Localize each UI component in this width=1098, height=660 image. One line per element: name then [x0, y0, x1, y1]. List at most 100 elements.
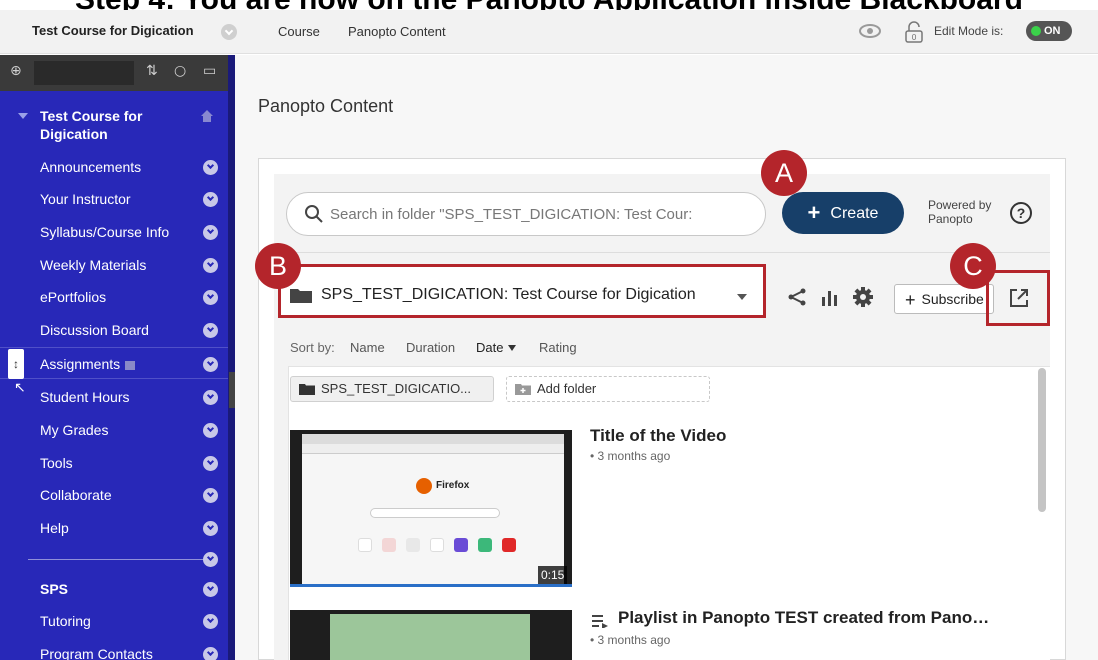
course-title[interactable]: Test Course for Digication	[32, 23, 194, 38]
sidebar-item-label: Help	[40, 520, 69, 536]
collapse-triangle-icon[interactable]	[18, 113, 28, 119]
sidebar-item-label: My Grades	[40, 422, 109, 438]
sidebar-item-help[interactable]: Help	[0, 512, 228, 544]
chevron-down-icon[interactable]	[203, 647, 218, 660]
sidebar-item-assignments[interactable]: Assignments	[0, 347, 228, 379]
chevron-down-icon[interactable]	[203, 192, 218, 207]
edit-mode-toggle[interactable]: ON	[1026, 21, 1072, 41]
screenshot-root: Step 4: You are now on the Panopto Appli…	[0, 0, 1098, 660]
assignments-label-text: Assignments	[40, 356, 121, 372]
divider	[274, 252, 1050, 253]
chevron-down-icon[interactable]	[203, 258, 218, 273]
breadcrumb-panopto: Panopto Content	[348, 24, 446, 39]
video-title[interactable]: Title of the Video	[590, 426, 726, 446]
subscribe-button[interactable]: + Subscribe	[894, 284, 994, 314]
chevron-down-icon[interactable]	[203, 225, 218, 240]
tile-icon	[478, 538, 492, 552]
powered-by-label: Powered by Panopto	[928, 198, 992, 226]
course-menu-header[interactable]: Test Course for Digication	[0, 91, 228, 153]
sidebar-item-syllabus[interactable]: Syllabus/Course Info	[0, 216, 228, 248]
add-menu-item-icon[interactable]: ⊕	[10, 63, 22, 79]
unlock-icon[interactable]: 0	[904, 21, 924, 43]
youtube-tile-icon	[502, 538, 516, 552]
chevron-down-icon[interactable]	[203, 521, 218, 536]
chevron-down-icon[interactable]	[203, 290, 218, 305]
sidebar-item-label: ePortfolios	[40, 289, 107, 305]
chevron-down-icon[interactable]	[203, 160, 218, 175]
chevron-down-icon[interactable]	[203, 488, 218, 503]
tile-icon	[454, 538, 468, 552]
tile-icon	[382, 538, 396, 552]
svg-text:0: 0	[911, 33, 916, 42]
open-in-new-window-icon[interactable]	[1008, 287, 1030, 309]
sidebar-item-label: Program Contacts	[40, 646, 153, 660]
top-bar: Test Course for Digication Course Panopt…	[0, 10, 1098, 54]
chevron-down-icon[interactable]	[203, 582, 218, 597]
chevron-down-icon[interactable]	[203, 423, 218, 438]
reorder-icon[interactable]: ⇅	[146, 63, 158, 79]
drag-handle-icon[interactable]: ↕	[8, 349, 24, 379]
playlist-title[interactable]: Playlist in Panopto TEST created from Pa…	[618, 608, 989, 628]
add-folder-button[interactable]: Add folder	[506, 376, 710, 402]
chevron-down-icon[interactable]	[203, 357, 218, 372]
search-input[interactable]	[330, 204, 730, 224]
thumbnail-browser-screen: Firefox	[302, 434, 564, 584]
sidebar-item-program-contacts[interactable]: Program Contacts	[0, 638, 228, 660]
edit-mode-label: Edit Mode is:	[934, 24, 1004, 38]
sidebar-item-tools[interactable]: Tools	[0, 447, 228, 479]
sort-rating[interactable]: Rating	[539, 340, 577, 355]
thumbnail-urlbar	[302, 444, 564, 454]
sidebar-item-label: Assignments	[40, 356, 136, 372]
create-button[interactable]: + Create	[782, 192, 904, 234]
sidebar-item-label: Student Hours	[40, 389, 130, 405]
amazon-tile-icon	[358, 538, 372, 552]
gear-icon[interactable]	[852, 286, 874, 308]
sort-duration[interactable]: Duration	[406, 340, 455, 355]
subfolder-chip[interactable]: SPS_TEST_DIGICATIO...	[290, 376, 494, 402]
chevron-down-icon[interactable]	[221, 24, 237, 40]
folder-view-icon[interactable]: ▭	[203, 63, 216, 79]
add-folder-icon	[515, 384, 531, 395]
annotation-marker-b: B	[255, 243, 301, 289]
sidebar-item-label: Tools	[40, 455, 73, 471]
home-icon[interactable]	[200, 109, 214, 123]
share-icon[interactable]	[787, 287, 807, 307]
sidebar-item-your-instructor[interactable]: Your Instructor	[0, 183, 228, 215]
plus-icon: +	[807, 200, 821, 225]
sort-date[interactable]: Date	[476, 340, 517, 355]
chevron-down-icon[interactable]	[203, 614, 218, 629]
sidebar-item-discussion-board[interactable]: Discussion Board	[0, 314, 228, 346]
sort-name[interactable]: Name	[350, 340, 385, 355]
video-thumbnail[interactable]: Firefox	[290, 430, 572, 586]
caret-down-icon	[737, 294, 747, 300]
chevron-down-icon[interactable]	[203, 390, 218, 405]
playlist-date: • 3 months ago	[590, 633, 671, 647]
chevron-down-icon[interactable]	[203, 323, 218, 338]
stats-icon[interactable]	[820, 288, 840, 306]
sidebar-item-my-grades[interactable]: My Grades	[0, 414, 228, 446]
sidebar-item-label: Syllabus/Course Info	[40, 224, 170, 240]
sidebar-item-sps[interactable]: SPS	[0, 573, 228, 605]
thumbnail-spreadsheet	[330, 614, 530, 660]
course-menu-title: Test Course for Digication	[40, 108, 143, 142]
help-icon[interactable]: ?	[1010, 202, 1032, 224]
breadcrumb-course[interactable]: Course	[278, 24, 320, 39]
sidebar-item-weekly-materials[interactable]: Weekly Materials	[0, 249, 228, 281]
refresh-icon[interactable]: ○	[174, 63, 186, 79]
playlist-thumbnail[interactable]	[290, 610, 572, 660]
sidebar-item-announcements[interactable]: Announcements	[0, 151, 228, 183]
sidebar-item-tutoring[interactable]: Tutoring	[0, 605, 228, 637]
sidebar-item-student-hours[interactable]: Student Hours	[0, 381, 228, 413]
thumbnail-tabbar	[302, 434, 564, 444]
menu-divider	[28, 559, 208, 560]
playlist-icon	[592, 615, 608, 628]
eye-icon[interactable]	[858, 22, 882, 40]
scrollbar[interactable]	[1038, 368, 1046, 512]
folder-icon	[299, 384, 315, 395]
hidden-item-icon	[125, 360, 136, 370]
search-icon	[305, 205, 323, 223]
sidebar-item-eportfolios[interactable]: ePortfolios	[0, 281, 228, 313]
sidebar-item-collaborate[interactable]: Collaborate	[0, 479, 228, 511]
chevron-down-icon[interactable]	[203, 456, 218, 471]
chevron-down-icon[interactable]	[203, 552, 218, 567]
